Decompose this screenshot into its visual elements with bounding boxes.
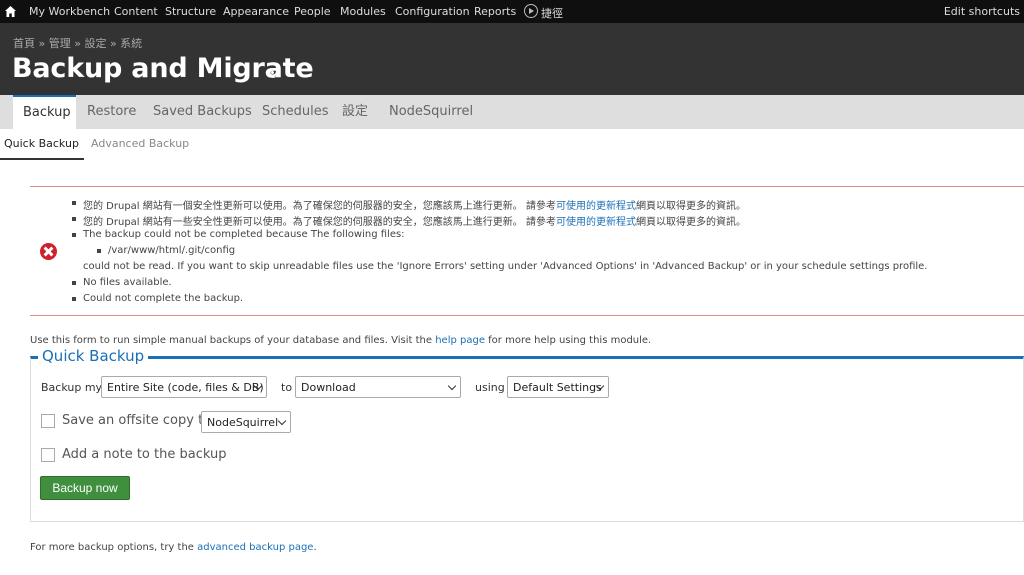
message-could-not-complete: Could not complete the backup. — [71, 293, 244, 304]
backup-my-label: Backup my — [41, 381, 103, 394]
help-page-link[interactable]: help page — [435, 335, 485, 346]
backup-now-button[interactable]: Backup now — [40, 476, 130, 500]
message-unreadable-detail: could not be read. If you want to skip u… — [83, 261, 928, 272]
destination-select-value: Download — [301, 381, 356, 394]
subtab-advanced-backup[interactable]: Advanced Backup — [91, 137, 189, 150]
to-label: to — [281, 381, 293, 394]
chevron-down-icon — [447, 381, 457, 391]
profile-select-value: Default Settings — [513, 381, 602, 394]
offsite-destination-value: NodeSquirrel — [207, 416, 279, 429]
message-text: 您的 Drupal 網站有一個安全性更新可以使用。為了確保您的伺服器的安全，您應… — [83, 201, 556, 212]
add-note-checkbox[interactable] — [41, 448, 55, 462]
tab-saved-backups[interactable]: Saved Backups — [153, 95, 252, 129]
message-text: 您的 Drupal 網站有一些安全性更新可以使用。為了確保您的伺服器的安全，您應… — [83, 217, 556, 228]
add-shortcut-icon[interactable] — [268, 68, 278, 78]
toolbar-my-workbench[interactable]: My Workbench — [29, 5, 110, 18]
message-security-update-1: 您的 Drupal 網站有一個安全性更新可以使用。為了確保您的伺服器的安全，您應… — [72, 197, 746, 212]
admin-toolbar: My Workbench Content Structure Appearanc… — [0, 0, 1024, 23]
add-note-label[interactable]: Add a note to the backup — [62, 447, 226, 462]
message-security-update-2: 您的 Drupal 網站有一些安全性更新可以使用。為了確保您的伺服器的安全，您應… — [72, 213, 746, 228]
advanced-options-text: For more backup options, try the advance… — [30, 542, 317, 553]
subtab-quick-backup[interactable]: Quick Backup — [4, 137, 79, 150]
tab-backup[interactable]: Backup — [13, 95, 76, 129]
message-unreadable-file: /var/www/html/.git/config — [96, 245, 236, 256]
shortcuts-toggle-icon[interactable] — [524, 4, 538, 18]
footer-post: . — [313, 542, 317, 553]
intro-post: for more help using this module. — [484, 335, 652, 346]
toolbar-configuration[interactable]: Configuration — [395, 5, 470, 18]
toolbar-appearance[interactable]: Appearance — [223, 5, 289, 18]
available-updates-link[interactable]: 可使用的更新程式 — [556, 201, 636, 212]
error-messages: 您的 Drupal 網站有一個安全性更新可以使用。為了確保您的伺服器的安全，您應… — [30, 186, 1024, 316]
profile-select[interactable]: Default Settings — [507, 376, 609, 398]
tab-nodesquirrel[interactable]: NodeSquirrel — [389, 95, 473, 129]
page-title: Backup and Migrate — [12, 53, 314, 84]
message-text: 網頁以取得更多的資訊。 — [635, 201, 746, 212]
toolbar-shortcuts[interactable]: 捷徑 — [541, 5, 563, 21]
error-icon — [40, 243, 57, 260]
intro-text: Use this form to run simple manual backu… — [30, 335, 651, 346]
page-header: 首頁 » 管理 » 設定 » 系統 Backup and Migrate — [0, 23, 1024, 95]
message-backup-failed: The backup could not be completed becaus… — [72, 229, 405, 240]
tab-settings[interactable]: 設定 — [342, 95, 368, 129]
toolbar-modules[interactable]: Modules — [340, 5, 386, 18]
home-icon[interactable] — [4, 5, 17, 18]
breadcrumb[interactable]: 首頁 » 管理 » 設定 » 系統 — [13, 35, 142, 51]
tab-restore[interactable]: Restore — [87, 95, 136, 129]
source-select-value: Entire Site (code, files & DB) — [107, 381, 264, 394]
footer-pre: For more backup options, try the — [30, 542, 198, 553]
advanced-backup-page-link[interactable]: advanced backup page — [197, 542, 313, 553]
message-no-files: No files available. — [72, 277, 172, 288]
destination-select[interactable]: Download — [295, 376, 461, 398]
using-label: using — [475, 381, 505, 394]
tab-schedules[interactable]: Schedules — [262, 95, 329, 129]
toolbar-reports[interactable]: Reports — [474, 5, 516, 18]
edit-shortcuts-link[interactable]: Edit shortcuts — [944, 5, 1020, 18]
chevron-down-icon — [277, 416, 287, 426]
toolbar-structure[interactable]: Structure — [165, 5, 216, 18]
available-updates-link[interactable]: 可使用的更新程式 — [556, 217, 636, 228]
offsite-destination-select[interactable]: NodeSquirrel — [201, 411, 291, 433]
intro-pre: Use this form to run simple manual backu… — [30, 335, 436, 346]
source-select[interactable]: Entire Site (code, files & DB) — [101, 376, 267, 398]
offsite-copy-label[interactable]: Save an offsite copy to — [62, 413, 211, 428]
toolbar-content[interactable]: Content — [114, 5, 158, 18]
message-text: 網頁以取得更多的資訊。 — [635, 217, 746, 228]
quick-backup-legend: Quick Backup — [38, 347, 149, 365]
toolbar-people[interactable]: People — [294, 5, 331, 18]
active-subtab-indicator — [0, 158, 84, 160]
offsite-copy-checkbox[interactable] — [41, 414, 55, 428]
primary-tabs: Backup Restore Saved Backups Schedules 設… — [0, 95, 1024, 129]
